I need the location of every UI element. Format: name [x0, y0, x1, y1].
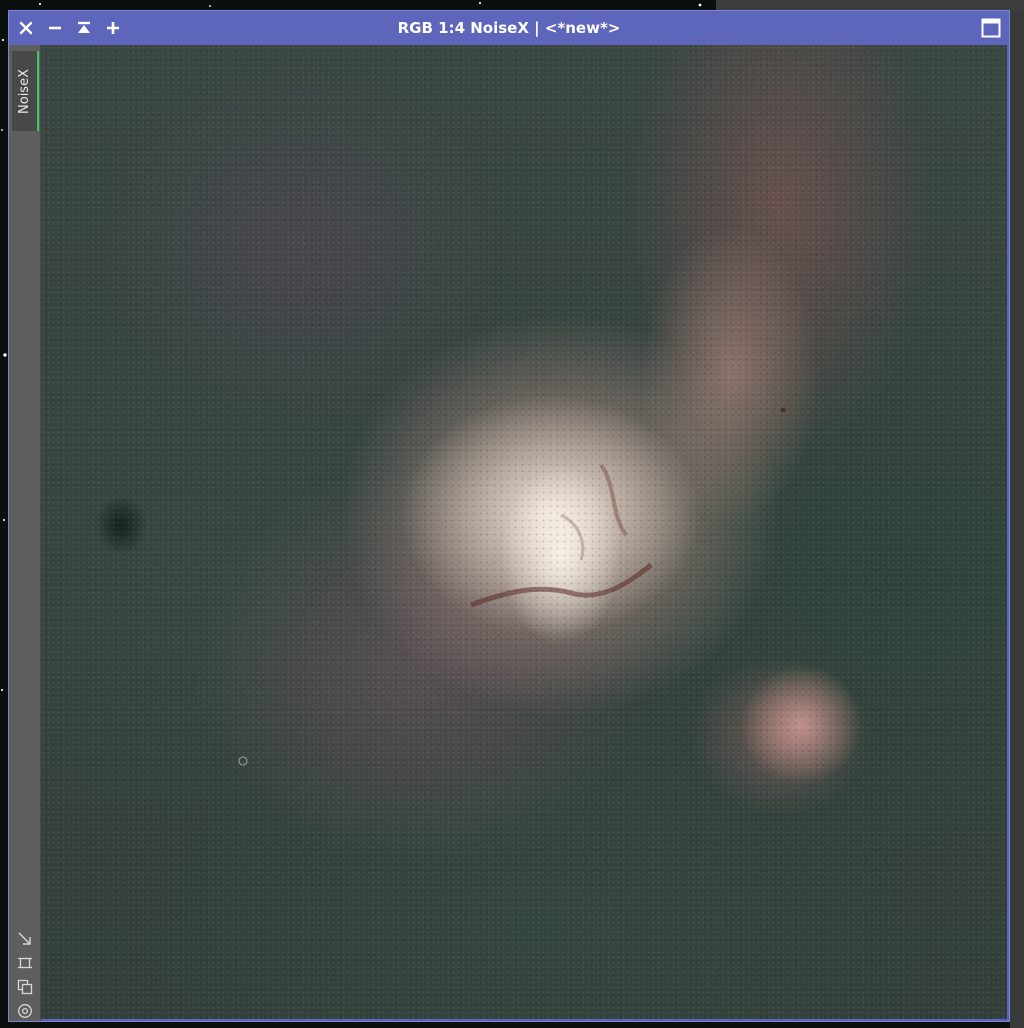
image-window: RGB 1:4 NoiseX | <*new*> NoiseX — [8, 10, 1010, 1022]
view-side-panel: NoiseX — [9, 45, 41, 1021]
close-icon[interactable] — [17, 19, 35, 37]
plus-icon[interactable] — [104, 19, 122, 37]
tab-noisex-label: NoiseX — [17, 68, 32, 114]
image-viewport[interactable] — [41, 45, 1007, 1019]
target-icon[interactable] — [17, 1003, 33, 1019]
noise-grain — [41, 45, 1007, 1019]
maximize-icon[interactable] — [981, 18, 1001, 38]
desktop-panel-right — [1010, 10, 1024, 1028]
window-titlebar[interactable]: RGB 1:4 NoiseX | <*new*> — [9, 11, 1009, 45]
shade-icon[interactable] — [75, 19, 93, 37]
clone-icon[interactable] — [17, 979, 33, 995]
fit-arrow-icon[interactable] — [17, 931, 33, 947]
tab-noisex[interactable]: NoiseX — [12, 51, 39, 131]
desktop-panel-top — [716, 0, 1024, 10]
window-title: RGB 1:4 NoiseX | <*new*> — [397, 19, 621, 37]
minus-icon[interactable] — [46, 19, 64, 37]
crop-icon[interactable] — [17, 955, 33, 971]
desktop-starfield-strip — [0, 0, 716, 10]
